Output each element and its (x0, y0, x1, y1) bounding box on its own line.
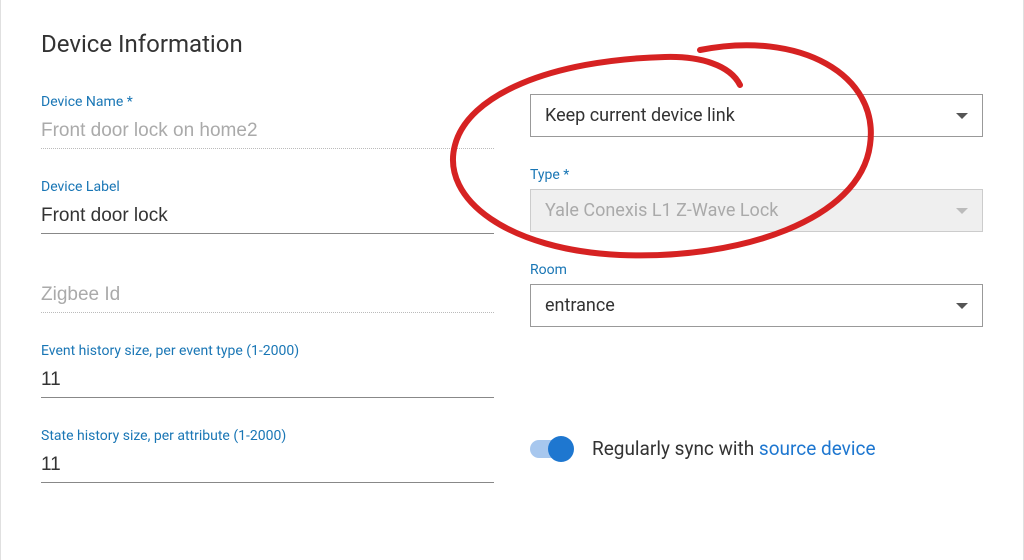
device-label-label: Device Label (41, 179, 494, 195)
chevron-down-icon (956, 113, 968, 119)
type-value: Yale Conexis L1 Z-Wave Lock (545, 200, 778, 221)
device-name-input[interactable] (41, 116, 494, 149)
device-name-label: Device Name * (41, 94, 494, 110)
chevron-down-icon (956, 303, 968, 309)
device-link-select[interactable]: Keep current device link (530, 94, 983, 137)
device-link-value: Keep current device link (545, 105, 735, 126)
zigbee-id-input[interactable] (41, 280, 494, 313)
toggle-knob (548, 436, 574, 462)
event-history-input[interactable] (41, 365, 494, 398)
type-label: Type * (530, 167, 983, 183)
room-label: Room (530, 262, 983, 278)
room-select[interactable]: entrance (530, 284, 983, 327)
section-title: Device Information (41, 30, 983, 58)
state-history-label: State history size, per attribute (1-200… (41, 428, 494, 444)
state-history-input[interactable] (41, 450, 494, 483)
chevron-down-icon (956, 208, 968, 214)
room-value: entrance (545, 295, 615, 316)
device-label-input[interactable] (41, 201, 494, 234)
type-select: Yale Conexis L1 Z-Wave Lock (530, 189, 983, 232)
sync-label: Regularly sync with source device (592, 437, 876, 460)
sync-toggle[interactable] (530, 440, 572, 458)
source-device-link[interactable]: source device (759, 437, 876, 460)
event-history-label: Event history size, per event type (1-20… (41, 343, 494, 359)
